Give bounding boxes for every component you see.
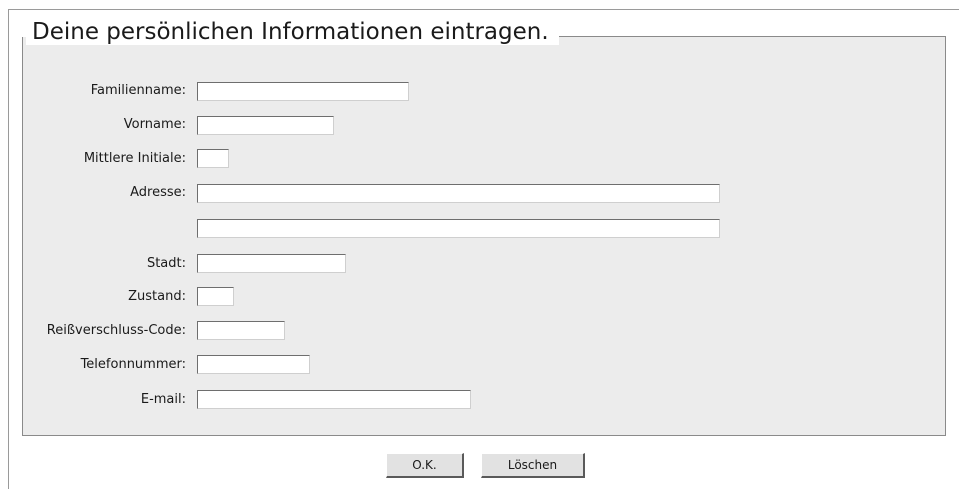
ok-button[interactable]: O.K. (386, 453, 464, 478)
email-input[interactable] (197, 390, 471, 409)
phone-label: Telefonnummer: (80, 357, 186, 372)
address-line2-input[interactable] (197, 219, 720, 238)
first-name-input[interactable] (197, 116, 334, 135)
zip-code-label: Reißverschluss-Code: (46, 323, 186, 338)
last-name-label: Familienname: (90, 83, 186, 98)
address-label: Adresse: (130, 185, 186, 200)
phone-input[interactable] (197, 355, 310, 374)
email-label: E-mail: (140, 392, 186, 407)
middle-initial-input[interactable] (197, 149, 229, 168)
city-label: Stadt: (146, 256, 186, 271)
address-line1-input[interactable] (197, 184, 720, 203)
city-input[interactable] (197, 254, 346, 273)
fieldset-legend: Deine persönlichen Informationen eintrag… (26, 19, 559, 45)
window-border-left (8, 9, 9, 489)
state-input[interactable] (197, 287, 234, 306)
zip-code-input[interactable] (197, 321, 285, 340)
middle-initial-label: Mittlere Initiale: (83, 151, 186, 166)
first-name-label: Vorname: (123, 117, 186, 132)
clear-button[interactable]: Löschen (481, 453, 585, 478)
window-border-top (8, 9, 959, 10)
state-label: Zustand: (128, 289, 186, 304)
last-name-input[interactable] (197, 82, 409, 101)
